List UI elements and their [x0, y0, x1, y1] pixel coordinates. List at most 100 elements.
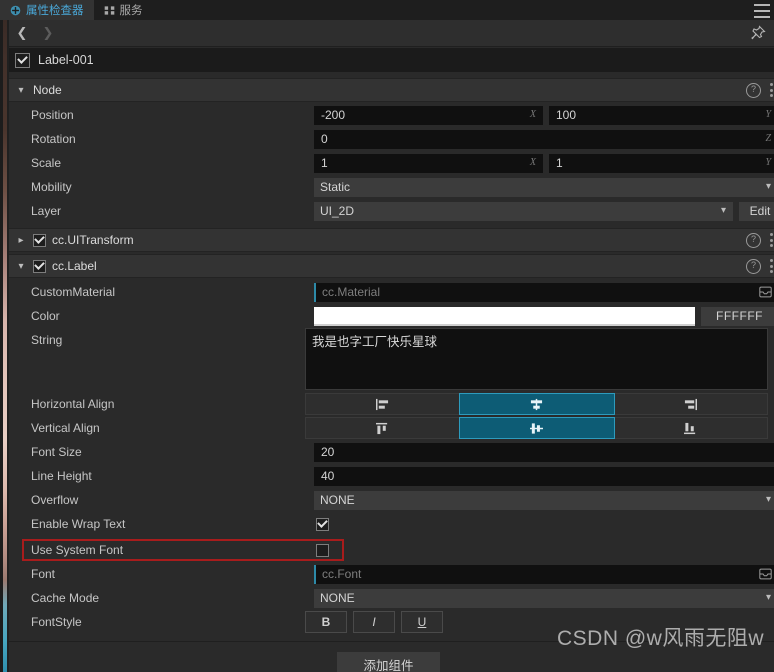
inspector-icon [10, 5, 21, 16]
chevron-left-icon[interactable]: ❮ [9, 20, 35, 46]
node-enabled-checkbox[interactable] [15, 52, 30, 68]
chevron-down-icon: ▾ [765, 591, 771, 603]
label-font-size: Font Size [31, 445, 82, 459]
add-component-button[interactable]: 添加组件 [337, 652, 440, 672]
row-scale: Scale 1 X 1 Y [9, 151, 774, 175]
section-title-uitransform: cc.UITransform [52, 233, 134, 247]
section-header-node[interactable]: ▾ Node ? [9, 78, 774, 102]
position-y-input[interactable]: 100 Y [549, 105, 774, 125]
kebab-menu-icon[interactable] [770, 257, 774, 275]
scale-y-input[interactable]: 1 Y [549, 153, 774, 173]
layer-select[interactable]: UI_2D ▾ [314, 201, 733, 221]
hamburger-menu-icon[interactable] [754, 3, 770, 19]
use-system-font-checkbox[interactable] [316, 543, 329, 557]
tab-services[interactable]: 服务 [94, 0, 153, 20]
color-swatch[interactable] [314, 306, 695, 326]
asset-box-icon[interactable] [759, 286, 772, 298]
row-mobility: Mobility Static ▾ [9, 175, 774, 199]
axis-x-label: X [529, 156, 536, 168]
scale-y-value: 1 [556, 156, 563, 170]
scale-x-input[interactable]: 1 X [314, 153, 543, 173]
mobility-value: Static [320, 180, 351, 194]
label-cache-mode: Cache Mode [31, 591, 100, 605]
label-scale: Scale [31, 156, 62, 170]
rotation-z-value: 0 [321, 132, 328, 146]
kebab-menu-icon[interactable] [770, 81, 774, 99]
font-size-input[interactable]: 20 [314, 442, 774, 462]
label-color: Color [31, 309, 60, 323]
font-field[interactable]: cc.Font [314, 564, 774, 584]
label-mobility: Mobility [31, 180, 72, 194]
label-position: Position [31, 108, 74, 122]
axis-y-label: Y [765, 156, 771, 168]
label-horizontal-align: Horizontal Align [31, 397, 115, 411]
watermark: CSDN @w风雨无阻w [557, 627, 764, 650]
color-hex-value[interactable]: FFFFFF [701, 306, 774, 326]
chevron-down-icon: ▾ [720, 204, 726, 216]
string-textarea[interactable]: 我是也字工厂快乐星球 [305, 328, 768, 390]
align-top-icon[interactable] [306, 418, 461, 438]
line-height-input[interactable]: 40 [314, 466, 774, 486]
cache-mode-select[interactable]: NONE ▾ [314, 588, 774, 608]
node-name-row: Label-001 [9, 48, 774, 72]
horizontal-align-group [305, 393, 768, 415]
mobility-select[interactable]: Static ▾ [314, 177, 774, 197]
line-height-value: 40 [321, 469, 335, 483]
row-enable-wrap-text: Enable Wrap Text [9, 512, 774, 536]
axis-x-label: X [529, 108, 536, 120]
label-vertical-align: Vertical Align [31, 421, 100, 435]
font-placeholder: cc.Font [322, 567, 362, 581]
italic-button[interactable]: I [353, 611, 395, 633]
chevron-right-icon[interactable]: ❯ [35, 20, 61, 46]
axis-y-label: Y [765, 108, 771, 120]
label-rotation: Rotation [31, 132, 76, 146]
pin-icon[interactable] [750, 25, 766, 41]
node-name-label: Label-001 [38, 53, 94, 67]
kebab-menu-icon[interactable] [770, 231, 774, 249]
layer-edit-button[interactable]: Edit [739, 201, 774, 221]
chevron-down-icon: ▾ [765, 493, 771, 505]
row-overflow: Overflow NONE ▾ [9, 488, 774, 512]
cache-mode-value: NONE [320, 591, 355, 605]
label-custom-material: CustomMaterial [31, 285, 116, 299]
section-title-node: Node [33, 83, 62, 97]
font-style-group: B I U [305, 611, 443, 633]
section-header-label[interactable]: ▾ cc.Label ? [9, 254, 774, 278]
label-font: Font [31, 567, 56, 581]
chevron-down-icon[interactable]: ▾ [15, 261, 27, 272]
panel-divider [0, 20, 3, 672]
section-header-uitransform[interactable]: ▸ cc.UITransform ? [9, 228, 774, 252]
align-middle-icon[interactable] [459, 417, 615, 439]
underline-button[interactable]: U [401, 611, 443, 633]
chevron-right-icon[interactable]: ▸ [15, 235, 27, 246]
row-use-system-font: Use System Font [9, 538, 774, 562]
tab-inspector[interactable]: 属性检查器 [0, 0, 94, 20]
help-circle-icon[interactable]: ? [746, 232, 761, 248]
chevron-down-icon[interactable]: ▾ [15, 85, 27, 96]
asset-box-icon[interactable] [759, 568, 772, 580]
help-circle-icon[interactable]: ? [746, 258, 761, 274]
rotation-z-input[interactable]: 0 Z [314, 129, 774, 149]
enable-wrap-text-checkbox[interactable] [316, 517, 329, 531]
align-right-icon[interactable] [614, 394, 767, 414]
custom-material-field[interactable]: cc.Material [314, 282, 774, 302]
position-x-input[interactable]: -200 X [314, 105, 543, 125]
inspector-panel: 属性检查器 服务 ❮ ❯ Label-001 ▾ Node ? Position [0, 0, 774, 672]
row-cache-mode: Cache Mode NONE ▾ [9, 586, 774, 610]
position-y-value: 100 [556, 108, 577, 122]
tab-inspector-label: 属性检查器 [26, 5, 84, 17]
tab-bar: 属性检查器 服务 [0, 0, 774, 20]
bold-button[interactable]: B [305, 611, 347, 633]
uitransform-enabled-checkbox[interactable] [33, 233, 46, 247]
align-center-icon[interactable] [459, 393, 615, 415]
overflow-select[interactable]: NONE ▾ [314, 490, 774, 510]
custom-material-placeholder: cc.Material [322, 285, 381, 299]
help-circle-icon[interactable]: ? [746, 82, 761, 98]
axis-z-label: Z [765, 132, 771, 144]
font-size-value: 20 [321, 445, 335, 459]
row-rotation: Rotation 0 Z [9, 127, 774, 151]
align-left-icon[interactable] [306, 394, 461, 414]
align-bottom-icon[interactable] [614, 418, 767, 438]
label-enabled-checkbox[interactable] [33, 259, 46, 273]
row-layer: Layer UI_2D ▾ Edit [9, 199, 774, 223]
